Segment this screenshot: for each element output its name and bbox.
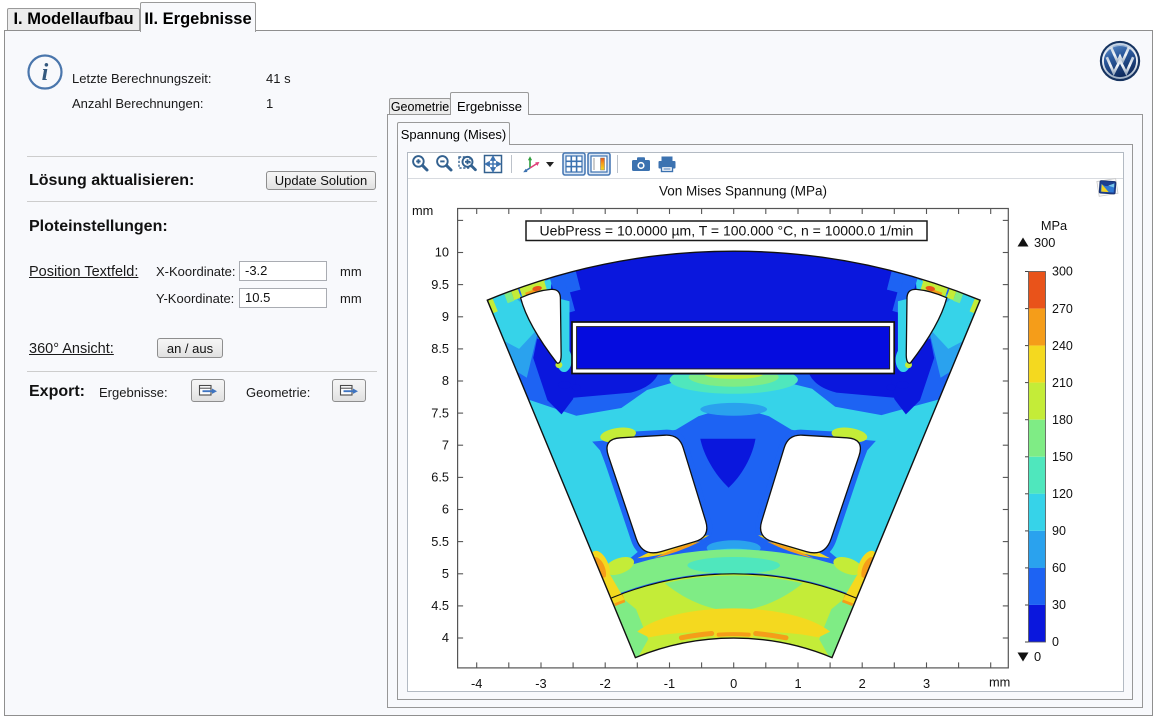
svg-text:0: 0 <box>730 676 737 691</box>
svg-text:UebPress = 10.0000 µm, T = 100: UebPress = 10.0000 µm, T = 100.000 °C, n… <box>540 223 914 239</box>
svg-text:3: 3 <box>923 676 930 691</box>
svg-text:7.5: 7.5 <box>431 405 449 420</box>
svg-text:8: 8 <box>442 373 449 388</box>
svg-text:8.5: 8.5 <box>431 341 449 356</box>
svg-text:4: 4 <box>442 630 449 645</box>
svg-text:150: 150 <box>1052 450 1073 464</box>
svg-text:30: 30 <box>1052 598 1066 612</box>
svg-text:0: 0 <box>1034 649 1041 664</box>
svg-text:0: 0 <box>1052 635 1059 649</box>
svg-text:5.5: 5.5 <box>431 534 449 549</box>
svg-text:-1: -1 <box>664 676 675 691</box>
svg-text:240: 240 <box>1052 339 1073 353</box>
svg-text:MPa: MPa <box>1041 218 1068 233</box>
svg-text:9: 9 <box>442 309 449 324</box>
svg-text:1: 1 <box>794 676 801 691</box>
svg-text:300: 300 <box>1034 235 1055 250</box>
svg-text:210: 210 <box>1052 376 1073 390</box>
svg-text:Von Mises Spannung (MPa): Von Mises Spannung (MPa) <box>659 184 827 199</box>
svg-text:2: 2 <box>859 676 866 691</box>
svg-text:-3: -3 <box>535 676 546 691</box>
svg-text:90: 90 <box>1052 524 1066 538</box>
svg-text:-4: -4 <box>471 676 482 691</box>
svg-text:10: 10 <box>435 245 449 260</box>
svg-text:120: 120 <box>1052 487 1073 501</box>
svg-text:270: 270 <box>1052 302 1073 316</box>
svg-text:300: 300 <box>1052 265 1073 279</box>
svg-text:6.5: 6.5 <box>431 470 449 485</box>
svg-text:-2: -2 <box>600 676 611 691</box>
svg-text:60: 60 <box>1052 561 1066 575</box>
svg-text:4.5: 4.5 <box>431 598 449 613</box>
svg-text:9.5: 9.5 <box>431 277 449 292</box>
svg-text:mm: mm <box>989 675 1010 690</box>
svg-text:6: 6 <box>442 502 449 517</box>
svg-text:180: 180 <box>1052 413 1073 427</box>
svg-text:7: 7 <box>442 437 449 452</box>
svg-text:mm: mm <box>412 203 433 218</box>
svg-text:5: 5 <box>442 566 449 581</box>
